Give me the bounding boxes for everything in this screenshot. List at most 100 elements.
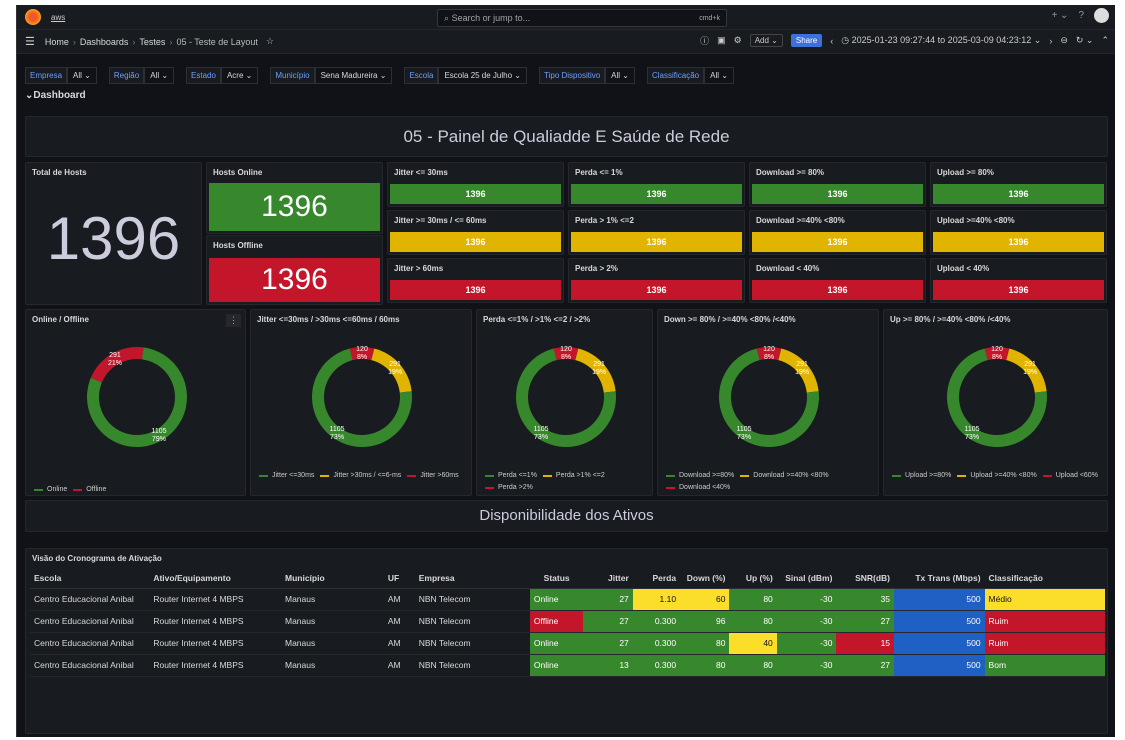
activation-table: Escola Ativo/Equipamento Município UF Empres… bbox=[30, 568, 1105, 677]
table-cell: Manaus bbox=[281, 588, 384, 611]
legend-item[interactable]: Perda >2% bbox=[485, 482, 533, 494]
legend-item[interactable]: Download <40% bbox=[666, 482, 730, 494]
zoom-out-icon[interactable]: ⊖ bbox=[1060, 35, 1068, 46]
slice-percent-label: 19% bbox=[1023, 369, 1037, 376]
table-row[interactable]: Centro Educacional Anibal Router Internet… bbox=[30, 632, 1105, 655]
table-cell: AM bbox=[383, 632, 415, 655]
var-select-tipo[interactable]: All ⌄ bbox=[605, 66, 635, 84]
panel-menu-icon[interactable]: ⋮ bbox=[226, 314, 241, 327]
column-header[interactable]: Jitter bbox=[583, 568, 633, 589]
info-icon[interactable]: ⓘ bbox=[700, 34, 709, 47]
column-header[interactable]: Sinal (dBm) bbox=[776, 568, 837, 589]
refresh-icon[interactable]: ↻ ⌄ bbox=[1076, 35, 1094, 46]
avatar[interactable] bbox=[1094, 8, 1109, 23]
availability-title-panel: Disponibilidade dos Ativos bbox=[25, 500, 1108, 532]
panel-title: Upload >= 80% bbox=[937, 168, 994, 177]
menu-icon[interactable]: ☰ bbox=[25, 35, 35, 48]
legend-item[interactable]: Jitter >60ms bbox=[407, 470, 459, 482]
var-select-escola[interactable]: Escola 25 de Julho ⌄ bbox=[438, 66, 527, 84]
column-header[interactable]: Escola bbox=[30, 568, 150, 589]
column-header[interactable]: Down (%) bbox=[680, 568, 730, 589]
legend-item[interactable]: Upload >=40% <80% bbox=[957, 470, 1037, 482]
threshold-panel: Perda <= 1% 1396 bbox=[568, 162, 745, 207]
threshold-value: 1396 bbox=[752, 232, 923, 252]
slice-percent-label: 73% bbox=[330, 434, 344, 441]
search-placeholder: Search or jump to... bbox=[451, 12, 531, 23]
column-header[interactable]: SNR(dB) bbox=[836, 568, 895, 589]
legend-swatch bbox=[740, 475, 750, 477]
row-header[interactable]: ⌄Dashboard bbox=[17, 90, 1115, 104]
search-input[interactable]: ⌕ Search or jump to... cmd+k bbox=[437, 9, 727, 27]
column-header[interactable]: Tx Trans (Mbps) bbox=[894, 568, 985, 589]
legend-label: Jitter >60ms bbox=[420, 472, 459, 479]
legend-item[interactable]: Upload <60% bbox=[1042, 470, 1098, 482]
time-range-picker[interactable]: ◷ 2025-01-23 09:27:44 to 2025-03-09 04:2… bbox=[841, 35, 1041, 46]
chevron-left-icon[interactable]: ‹ bbox=[830, 36, 833, 46]
table-row[interactable]: Centro Educacional Anibal Router Internet… bbox=[30, 654, 1105, 677]
save-icon[interactable]: ▣ bbox=[717, 35, 726, 46]
table-cell: -30 bbox=[776, 654, 837, 677]
table-cell: 13 bbox=[583, 654, 633, 677]
table-cell: Manaus bbox=[281, 632, 384, 655]
legend-item[interactable]: Upload >=80% bbox=[892, 470, 951, 482]
panel-title: Perda <= 1% bbox=[575, 168, 623, 177]
legend-item[interactable]: Download >=80% bbox=[666, 470, 734, 482]
var-select-classificacao[interactable]: All ⌄ bbox=[704, 66, 734, 84]
legend-item[interactable]: Jitter <=30ms bbox=[259, 470, 314, 482]
search-icon: ⌕ bbox=[444, 12, 450, 23]
table-cell: 35 bbox=[836, 588, 895, 611]
breadcrumb-home[interactable]: Home bbox=[45, 37, 69, 47]
var-value: Escola 25 de Julho bbox=[444, 70, 513, 80]
plus-icon[interactable]: + ⌄ bbox=[1051, 10, 1068, 21]
threshold-value: 1396 bbox=[571, 184, 742, 204]
column-header[interactable]: Perda bbox=[632, 568, 681, 589]
threshold-value: 1396 bbox=[390, 280, 561, 300]
legend-swatch bbox=[485, 475, 494, 477]
column-header[interactable]: Ativo/Equipamento bbox=[149, 568, 281, 589]
column-header[interactable]: Empresa bbox=[414, 568, 530, 589]
threshold-value: 1396 bbox=[390, 184, 561, 204]
table-cell: -30 bbox=[776, 588, 837, 611]
column-header[interactable]: UF bbox=[383, 568, 415, 589]
chevron-right-icon[interactable]: › bbox=[1049, 36, 1052, 46]
legend-label: Perda >1% <=2 bbox=[555, 472, 605, 479]
legend-item[interactable]: Online bbox=[34, 484, 67, 496]
slice-value-label: 120 bbox=[763, 346, 775, 353]
threshold-panel: Jitter <= 30ms 1396 bbox=[387, 162, 564, 207]
table-row[interactable]: Centro Educacional Anibal Router Internet… bbox=[30, 588, 1105, 611]
column-header[interactable]: Status bbox=[529, 568, 584, 589]
legend-item[interactable]: Download >=40% <80% bbox=[740, 470, 829, 482]
var-select-municipio[interactable]: Sena Madureira ⌄ bbox=[314, 66, 393, 84]
table-cell: 500 bbox=[894, 610, 985, 633]
legend-item[interactable]: Offline bbox=[73, 484, 106, 496]
var-select-empresa[interactable]: All ⌄ bbox=[67, 66, 97, 84]
table-cell: 80 bbox=[680, 632, 730, 655]
help-icon[interactable]: ? bbox=[1078, 10, 1084, 21]
var-value: All bbox=[710, 70, 720, 80]
legend-item[interactable]: Jitter >30ms / <=6-ms bbox=[320, 470, 401, 482]
breadcrumb-dashboards[interactable]: Dashboards bbox=[80, 37, 129, 47]
table-cell: Router Internet 4 MBPS bbox=[149, 610, 281, 633]
legend-item[interactable]: Perda <=1% bbox=[485, 470, 537, 482]
var-select-estado[interactable]: Acre ⌄ bbox=[220, 66, 259, 84]
column-header[interactable]: Município bbox=[281, 568, 384, 589]
gear-icon[interactable]: ⚙ bbox=[734, 35, 742, 46]
var-select-regiao[interactable]: All ⌄ bbox=[144, 66, 175, 84]
table-cell: 27 bbox=[836, 654, 895, 677]
org-brand[interactable]: aws bbox=[51, 13, 65, 22]
legend-item[interactable]: Perda >1% <=2 bbox=[542, 470, 605, 482]
collapse-icon[interactable]: ⌃ bbox=[1101, 35, 1109, 46]
table-cell: 80 bbox=[729, 654, 777, 677]
top-bar: aws ⌕ Search or jump to... cmd+k + ⌄ ? bbox=[17, 5, 1115, 30]
table-cell: Router Internet 4 MBPS bbox=[149, 588, 281, 611]
share-button[interactable]: Share bbox=[790, 34, 823, 47]
grafana-logo-icon[interactable] bbox=[25, 9, 41, 25]
table-cell: Centro Educacional Anibal bbox=[30, 588, 150, 611]
column-header[interactable]: Up (%) bbox=[729, 568, 777, 589]
star-icon[interactable]: ☆ bbox=[266, 36, 274, 47]
table-row[interactable]: Centro Educacional Anibal Router Internet… bbox=[30, 610, 1105, 633]
slice-value-label: 1105 bbox=[151, 428, 166, 435]
add-button[interactable]: Add ⌄ bbox=[749, 34, 783, 47]
breadcrumb-folder[interactable]: Testes bbox=[139, 37, 165, 47]
column-header[interactable]: Classificação bbox=[984, 568, 1105, 589]
